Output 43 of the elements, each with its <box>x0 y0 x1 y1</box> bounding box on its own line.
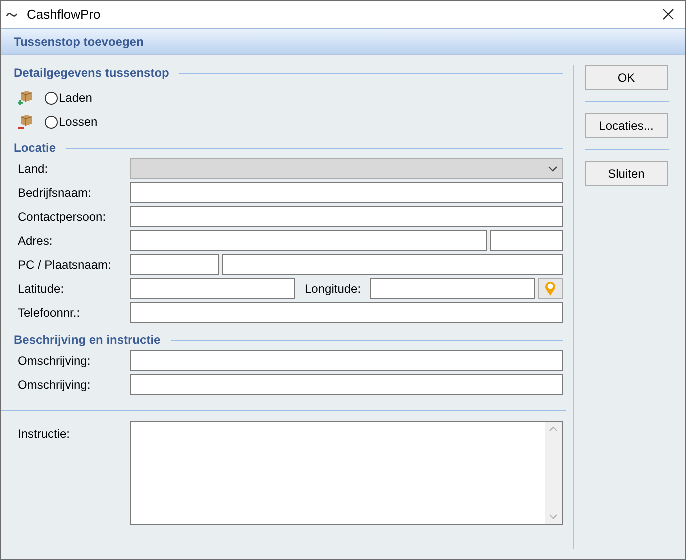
field-label: Latitude: <box>17 280 66 298</box>
input-field[interactable] <box>370 278 535 299</box>
field-label: Longitude: <box>304 280 362 298</box>
radio-button[interactable] <box>45 116 58 128</box>
dialog-button[interactable]: Sluiten <box>585 161 668 186</box>
input-field[interactable] <box>130 278 295 299</box>
app-icon <box>6 10 18 18</box>
radio-label: Lossen <box>59 114 98 131</box>
field-label: Omschrijving: <box>17 376 92 394</box>
input-field[interactable] <box>222 254 563 275</box>
dialog-heading: Tussenstop toevoegen <box>14 34 144 50</box>
box-minus-icon <box>17 114 33 130</box>
box-plus-icon <box>17 90 33 106</box>
close-icon[interactable] <box>663 9 674 20</box>
input-field[interactable] <box>130 350 563 371</box>
chevron-down-icon <box>548 166 558 172</box>
input-field[interactable] <box>130 182 563 203</box>
input-field[interactable] <box>130 374 563 395</box>
window-title: CashflowPro <box>27 6 101 24</box>
field-label: Telefoonnr.: <box>17 304 82 322</box>
input-field[interactable] <box>130 302 563 323</box>
field-label: Adres: <box>17 232 54 250</box>
field-label: Land: <box>17 160 50 178</box>
text-area[interactable] <box>130 421 563 525</box>
dialog-button[interactable]: Locaties... <box>585 113 668 138</box>
input-field[interactable] <box>130 230 487 251</box>
input-field[interactable] <box>130 206 563 227</box>
section-heading: Beschrijving en instructie <box>14 332 161 349</box>
input-field[interactable] <box>130 254 219 275</box>
dialog-button[interactable]: OK <box>585 65 668 90</box>
map-pin-button[interactable] <box>538 278 563 299</box>
field-label: Omschrijving: <box>17 352 92 370</box>
radio-button[interactable] <box>45 92 58 104</box>
field-label: PC / Plaatsnaam: <box>17 256 112 274</box>
section-heading: Locatie <box>14 140 56 157</box>
dropdown-field[interactable] <box>130 158 563 179</box>
input-field[interactable] <box>490 230 563 251</box>
section-heading: Detailgegevens tussenstop <box>14 65 170 82</box>
radio-label: Laden <box>59 90 92 107</box>
field-label: Bedrijfsnaam: <box>17 184 92 202</box>
map-pin-icon <box>545 280 556 296</box>
field-label: Instructie: <box>17 426 72 443</box>
field-label: Contactpersoon: <box>17 208 108 226</box>
